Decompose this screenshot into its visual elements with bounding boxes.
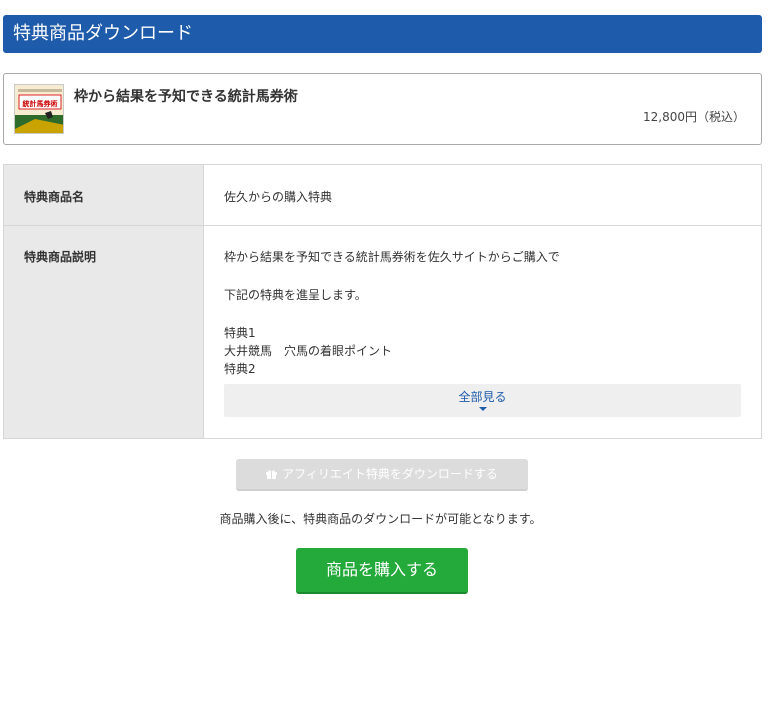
buy-product-button[interactable]: 商品を購入する — [296, 548, 468, 594]
purchase-notice: 商品購入後に、特典商品のダウンロードが可能となります。 — [219, 512, 542, 526]
chevron-down-icon — [478, 407, 487, 411]
page-header: 特典商品ダウンロード — [3, 15, 762, 53]
affiliate-download-label: アフィリエイト特典をダウンロードする — [282, 467, 498, 481]
description-line: 大井競馬 穴馬の着眼ポイント — [224, 344, 393, 358]
product-cover-image: 統計馬券術 — [15, 85, 63, 133]
affiliate-download-button[interactable]: アフィリエイト特典をダウンロードする — [236, 459, 528, 491]
product-thumbnail-text: 統計馬券術 — [23, 99, 58, 108]
table-row: 特典商品説明 枠から結果を予知できる統計馬券術を佐久サイトからご購入で 下記の特… — [4, 226, 761, 438]
bonus-product-name: 佐久からの購入特典 — [224, 190, 333, 204]
gift-icon — [266, 470, 278, 479]
description-line: 下記の特典を進呈します。 — [224, 288, 367, 302]
row-label: 特典商品名 — [24, 190, 85, 204]
row-label: 特典商品説明 — [24, 250, 97, 264]
bonus-info-table: 特典商品名 佐久からの購入特典 特典商品説明 枠から結果を予知できる統計馬券術を… — [3, 164, 762, 439]
show-all-label: 全部見る — [458, 390, 507, 404]
product-price: 12,800円（税込） — [643, 110, 745, 124]
product-title[interactable]: 枠から結果を予知できる統計馬券術 — [74, 86, 298, 106]
description-line: 特典1 — [224, 326, 256, 340]
product-thumbnail: 統計馬券術 — [14, 84, 64, 134]
show-all-button[interactable]: 全部見る — [224, 384, 741, 417]
page-title: 特典商品ダウンロード — [13, 23, 193, 44]
table-row: 特典商品名 佐久からの購入特典 — [4, 165, 761, 226]
product-card: 統計馬券術 枠から結果を予知できる統計馬券術 12,800円（税込） — [3, 73, 762, 145]
description-line: 特典2 — [224, 362, 256, 376]
description-line: 枠から結果を予知できる統計馬券術を佐久サイトからご購入で — [224, 250, 560, 264]
row-label-cell: 特典商品名 — [4, 165, 204, 225]
bonus-description: 枠から結果を予知できる統計馬券術を佐久サイトからご購入で 下記の特典を進呈します… — [224, 248, 744, 378]
row-label-cell: 特典商品説明 — [4, 226, 204, 438]
